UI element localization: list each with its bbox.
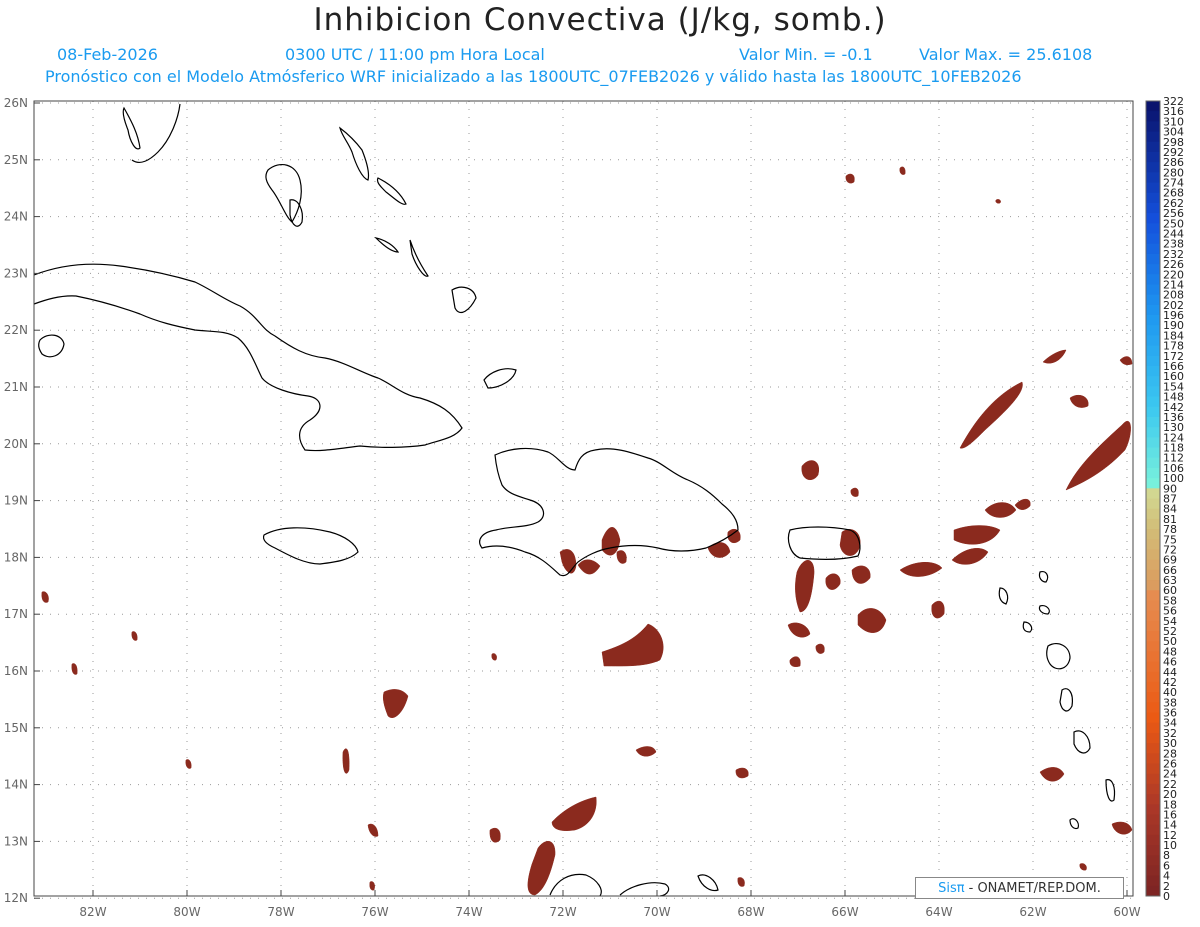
colorbar-labels: 3223163103042982922862802742682622562502… — [1163, 95, 1184, 903]
colorbar-label: 0 — [1163, 890, 1170, 903]
colorbar-swatch — [1146, 182, 1160, 194]
colorbar-swatch — [1146, 467, 1160, 479]
colorbar-swatch — [1146, 294, 1160, 306]
colorbar-swatch — [1146, 539, 1160, 550]
colorbar-swatch — [1146, 824, 1160, 836]
colorbar-swatch — [1146, 427, 1160, 438]
colorbar-swatch — [1146, 315, 1160, 326]
colorbar-swatch — [1146, 101, 1160, 112]
colorbar-swatch — [1146, 773, 1160, 785]
colorbar-swatch — [1146, 834, 1160, 846]
colorbar-swatch — [1146, 529, 1160, 540]
colorbar-swatch — [1146, 722, 1160, 734]
colorbar-swatch — [1146, 743, 1160, 754]
colorbar-swatch — [1146, 223, 1160, 234]
colorbar-swatch — [1146, 202, 1160, 214]
colorbar-swatch — [1146, 620, 1160, 632]
colorbar-swatch — [1146, 783, 1160, 795]
colorbar-swatch — [1146, 671, 1160, 683]
colorbar-swatch — [1146, 437, 1160, 449]
colorbar-swatch — [1146, 284, 1160, 296]
credit-box: Sisπ - ONAMET/REP.DOM. — [915, 877, 1124, 899]
sispi-logo: Sisπ — [938, 880, 965, 896]
colorbar-swatch — [1146, 406, 1160, 418]
colorbar-swatch — [1146, 192, 1160, 204]
colorbar-swatch — [1146, 804, 1160, 815]
colorbar-swatch — [1146, 814, 1160, 826]
colorbar-swatch — [1146, 335, 1160, 347]
colorbar-swatch — [1146, 376, 1160, 387]
colorbar-swatch — [1146, 304, 1160, 316]
colorbar-swatch — [1146, 732, 1160, 744]
colorbar-swatch — [1146, 121, 1160, 133]
colorbar: 3223163103042982922862802742682622562502… — [1145, 95, 1184, 903]
colorbar-swatch — [1146, 590, 1160, 601]
colorbar-swatch — [1146, 131, 1160, 143]
colorbar-swatch — [1146, 610, 1160, 622]
colorbar-swatch — [1146, 243, 1160, 255]
colorbar-swatch — [1146, 233, 1160, 245]
colorbar-swatch — [1146, 141, 1160, 153]
colorbar-swatch — [1146, 264, 1160, 275]
colorbar-swatch — [1146, 518, 1160, 530]
colorbar-swatch — [1146, 753, 1160, 764]
colorbar-swatch — [1146, 386, 1160, 398]
colorbar-swatch — [1146, 488, 1160, 499]
colorbar-swatch — [1146, 172, 1160, 184]
colorbar-swatch — [1146, 162, 1160, 173]
colorbar-swatch — [1146, 794, 1160, 805]
colorbar-swatch — [1146, 498, 1160, 510]
colorbar-swatch — [1146, 457, 1160, 469]
colorbar-swatch — [1146, 447, 1160, 459]
colorbar-swatch — [1146, 580, 1160, 591]
colorbar-swatch — [1146, 416, 1160, 428]
colorbar-swatch — [1146, 651, 1160, 663]
colorbar-swatch — [1146, 845, 1160, 856]
colorbar-swatch — [1146, 559, 1160, 571]
colorbar-swatch — [1146, 865, 1160, 877]
colorbar-swatch — [1146, 274, 1160, 285]
colorbar-swatch — [1146, 111, 1160, 122]
colorbar-swatch — [1146, 712, 1160, 724]
credit-text: - ONAMET/REP.DOM. — [968, 880, 1101, 896]
colorbar-swatch — [1146, 345, 1160, 357]
colorbar-swatch — [1146, 661, 1160, 673]
colorbar-swatch — [1146, 885, 1160, 897]
colorbar-swatch — [1146, 355, 1160, 367]
colorbar-swatch — [1146, 641, 1160, 652]
colorbar-swatch — [1146, 325, 1160, 336]
colorbar-swatch — [1146, 681, 1160, 693]
colorbar-swatch — [1146, 702, 1160, 714]
colorbar-swatch — [1146, 151, 1160, 163]
colorbar-swatches — [1145, 100, 1161, 897]
colorbar-swatch — [1146, 631, 1160, 642]
colorbar-swatch — [1146, 763, 1160, 775]
colorbar-swatch — [1146, 855, 1160, 866]
colorbar-swatch — [1146, 875, 1160, 887]
colorbar-swatch — [1146, 396, 1160, 408]
colorbar-swatch — [1146, 569, 1160, 581]
colorbar-swatch — [1146, 600, 1160, 612]
colorbar-swatch — [1146, 478, 1160, 489]
colorbar-swatch — [1146, 253, 1160, 265]
colorbar-swatch — [1146, 549, 1160, 561]
colorbar-swatch — [1146, 692, 1160, 703]
colorbar-swatch — [1146, 213, 1160, 224]
colorbar-swatch — [1146, 508, 1160, 520]
colorbar-swatch — [1146, 366, 1160, 377]
